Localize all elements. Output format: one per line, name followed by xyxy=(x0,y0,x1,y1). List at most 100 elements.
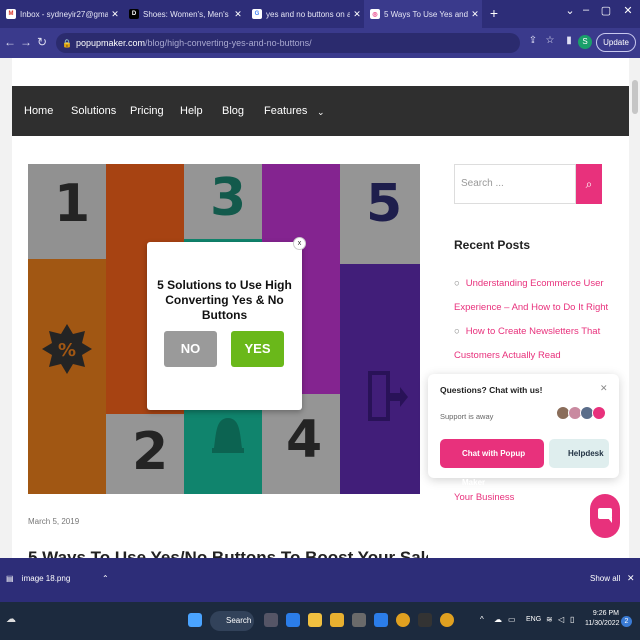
edge-icon[interactable] xyxy=(286,613,300,627)
search-icon: ⌕ xyxy=(585,177,593,191)
avatar xyxy=(592,406,606,420)
tab-dsw[interactable]: D Shoes: Women's, Men's & Kids S ✕ xyxy=(123,0,245,28)
back-icon[interactable]: ← xyxy=(2,35,18,49)
taskbar-search-label: Search xyxy=(226,616,252,625)
file-icon: ▤ xyxy=(6,574,14,583)
clock-time: 9:26 PM xyxy=(592,610,619,617)
chat-title: Questions? Chat with us! xyxy=(440,385,543,395)
recent-posts-heading: Recent Posts xyxy=(454,238,531,252)
sidepanel-icon[interactable]: ▮ xyxy=(562,35,576,46)
recent-post-title: How to Create Newsletters That Customers… xyxy=(454,326,601,361)
maximize-icon[interactable]: ▢ xyxy=(596,4,616,17)
popupmaker-icon: ◎ xyxy=(370,9,380,19)
download-item[interactable]: ▤ image 18.png ⌃ xyxy=(6,566,118,592)
yes-button[interactable]: YES xyxy=(231,331,284,367)
chrome-icon[interactable] xyxy=(396,613,410,627)
url-path: /blog/high-converting-yes-and-no-buttons… xyxy=(145,38,312,48)
tab-strip: M Inbox - sydneyir27@gmail.com ✕ D Shoes… xyxy=(0,0,640,28)
close-icon[interactable]: ✕ xyxy=(627,573,635,584)
search-input[interactable]: Search ... xyxy=(454,164,576,204)
address-bar[interactable]: 🔒 popupmaker.com/blog/high-converting-ye… xyxy=(56,33,520,53)
volume-icon[interactable]: ◁ xyxy=(558,615,564,624)
update-button[interactable]: Update xyxy=(596,33,636,52)
tab-google[interactable]: G yes and no buttons on a website ✕ xyxy=(246,0,364,28)
taskbar-search[interactable]: Search xyxy=(210,611,254,631)
clock[interactable]: 9:26 PM 11/30/2022 xyxy=(585,609,620,629)
close-window-icon[interactable]: ✕ xyxy=(618,4,638,17)
site-nav: Home Solutions Pricing Help Blog Feature… xyxy=(12,86,629,136)
weather-icon[interactable]: ☁ xyxy=(6,614,16,625)
star-icon[interactable]: ☆ xyxy=(543,35,557,46)
gmail-icon: M xyxy=(6,9,16,19)
chat-with-popup-maker-button[interactable]: Chat with Popup Maker xyxy=(440,439,544,487)
chevron-up-icon[interactable]: ⌃ xyxy=(102,566,109,592)
tab-popupmaker[interactable]: ◎ 5 Ways To Use Yes and No Butto ✕ xyxy=(364,0,482,28)
chat-launcher-button[interactable] xyxy=(590,494,620,538)
clock-date: 11/30/2022 xyxy=(585,620,620,627)
app-icon[interactable] xyxy=(374,613,388,627)
download-filename: image 18.png xyxy=(21,574,71,583)
tab-title: yes and no buttons on a website xyxy=(266,9,350,19)
chat-close-icon[interactable]: ✕ xyxy=(600,383,608,394)
page-gutter-right xyxy=(629,58,640,558)
chrome-icon[interactable] xyxy=(440,613,454,627)
close-icon[interactable]: ✕ xyxy=(350,9,364,20)
store-icon[interactable] xyxy=(308,613,322,627)
forward-icon[interactable]: → xyxy=(18,35,34,49)
minimize-icon[interactable]: – xyxy=(576,4,596,16)
nav-help[interactable]: Help xyxy=(180,105,203,117)
tab-title: Inbox - sydneyir27@gmail.com xyxy=(20,9,108,19)
taskbar: ☁ Search ^ ☁ ▭ ENG ≋ ◁ ▯ 9:26 PM 11/30/20… xyxy=(0,602,640,640)
chevron-down-icon: ⌄ xyxy=(317,107,325,117)
file-explorer-icon[interactable] xyxy=(330,613,344,627)
app-icon[interactable] xyxy=(352,613,366,627)
share-icon[interactable]: ⇪ xyxy=(526,35,540,46)
bullet-icon: ○ xyxy=(454,278,460,289)
battery-icon[interactable]: ▯ xyxy=(570,615,574,624)
language-indicator[interactable]: ENG xyxy=(526,616,541,623)
reload-icon[interactable]: ↻ xyxy=(34,35,50,49)
close-icon[interactable]: ✕ xyxy=(468,9,482,20)
search-button[interactable]: ⌕ xyxy=(576,164,602,204)
chat-bubble-icon xyxy=(598,508,612,523)
lock-icon: 🔒 xyxy=(62,38,72,48)
chevron-up-icon[interactable]: ^ xyxy=(480,615,484,624)
recent-post-title: Understanding Ecommerce User Experience … xyxy=(454,278,609,313)
tab-title: 5 Ways To Use Yes and No Butto xyxy=(384,9,468,19)
nav-home[interactable]: Home xyxy=(24,105,53,117)
dsw-icon: D xyxy=(129,9,139,19)
nav-blog[interactable]: Blog xyxy=(222,105,244,117)
page-gutter-left xyxy=(0,58,12,558)
recent-post-link[interactable]: ○ Understanding Ecommerce User Experience… xyxy=(454,272,614,320)
profile-avatar[interactable]: S xyxy=(578,35,592,49)
nav-pricing[interactable]: Pricing xyxy=(130,105,164,117)
notification-badge[interactable]: 2 xyxy=(621,616,632,627)
no-button[interactable]: NO xyxy=(164,331,217,367)
bullet-icon: ○ xyxy=(454,326,460,337)
url-host: popupmaker.com xyxy=(76,38,146,48)
popup-close-button[interactable]: x xyxy=(293,237,306,250)
close-icon[interactable]: ✕ xyxy=(231,9,245,20)
cloud-icon[interactable]: ☁ xyxy=(494,615,502,624)
post-headline: 5 Ways To Use Yes/No Buttons To Boost Yo… xyxy=(28,548,428,558)
task-view-icon[interactable] xyxy=(264,613,278,627)
start-icon[interactable] xyxy=(188,613,202,627)
battery-icon[interactable]: ▭ xyxy=(508,615,516,624)
yes-no-popup: 5 Solutions to Use High Converting Yes &… xyxy=(147,242,302,410)
chat-status: Support is away xyxy=(440,412,494,421)
nav-features[interactable]: Features xyxy=(264,105,307,117)
new-tab-button[interactable]: + xyxy=(486,5,502,21)
scrollbar-thumb[interactable] xyxy=(632,80,638,114)
app-icon[interactable] xyxy=(418,613,432,627)
close-icon[interactable]: ✕ xyxy=(108,9,122,20)
nav-solutions[interactable]: Solutions xyxy=(71,105,116,117)
recent-post-link[interactable]: ○ How to Create Newsletters That Customer… xyxy=(454,320,614,368)
wifi-icon[interactable]: ≋ xyxy=(546,615,553,624)
tab-gmail[interactable]: M Inbox - sydneyir27@gmail.com ✕ xyxy=(0,0,122,28)
download-bar: ▤ image 18.png ⌃ Show all ✕ xyxy=(0,558,640,602)
popup-title: 5 Solutions to Use High Converting Yes &… xyxy=(157,278,292,322)
page-viewport: Home Solutions Pricing Help Blog Feature… xyxy=(0,58,640,558)
show-all-button[interactable]: Show all xyxy=(590,574,620,583)
tab-title: Shoes: Women's, Men's & Kids S xyxy=(143,9,231,19)
helpdesk-button[interactable]: Helpdesk xyxy=(549,439,609,468)
